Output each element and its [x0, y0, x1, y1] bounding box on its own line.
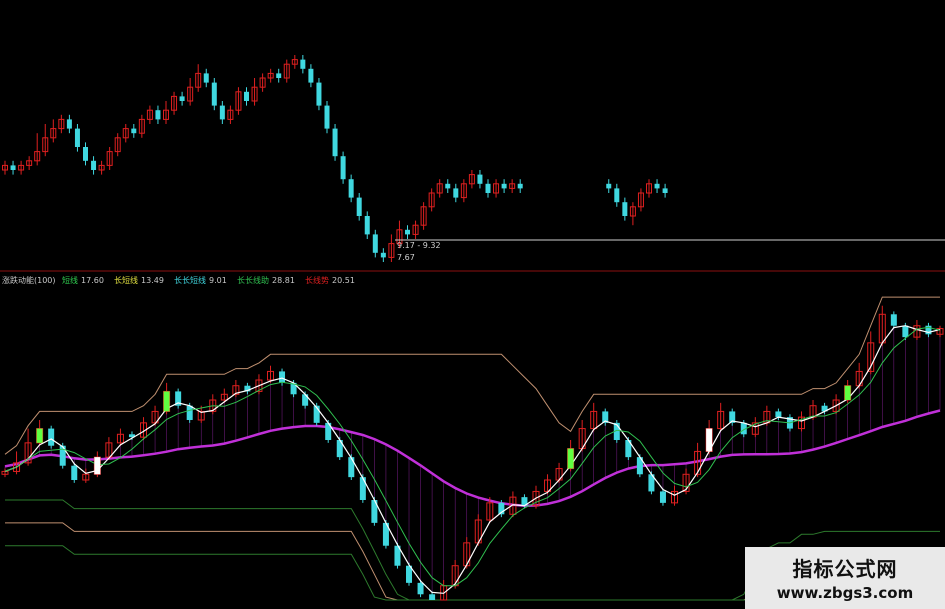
watermark: 指标公式网 www.zbgs3.com [745, 547, 945, 609]
main-candle-down [74, 128, 80, 147]
indicator-candle-down [429, 594, 436, 600]
main-candle-down [300, 59, 306, 69]
main-candle-down [211, 82, 217, 106]
legend-value: 28.81 [272, 276, 295, 285]
main-candle-down [203, 73, 209, 83]
main-candle-down [155, 110, 161, 120]
main-candle-down [244, 91, 249, 101]
main-candle-down [332, 128, 338, 157]
watermark-title: 指标公式网 [792, 557, 898, 581]
chart-background [0, 0, 945, 609]
legend-value: 9.01 [209, 276, 227, 285]
main-candle-down [308, 68, 314, 83]
signal-candle [844, 385, 851, 400]
main-candle-down [477, 174, 483, 184]
indicator-candle-down [279, 371, 286, 383]
indicator-candle-down [48, 428, 55, 446]
main-candle-down [348, 179, 354, 198]
low-price-annotation: 7.67 [397, 253, 415, 262]
indicator-candle-down [71, 465, 78, 480]
main-candle-down [91, 160, 97, 170]
high-low-annotation: 9.17 - 9.32 [397, 241, 441, 250]
legend-value: 20.51 [332, 276, 355, 285]
indicator-candle-down [890, 314, 897, 326]
indicator-candle-down [659, 491, 666, 503]
main-candle-down [606, 183, 612, 189]
indicator-candle-down [359, 477, 366, 500]
watermark-url: www.zbgs3.com [776, 584, 914, 602]
main-candle-down [622, 202, 628, 216]
main-candle-down [662, 188, 668, 193]
main-candle-down [276, 73, 282, 78]
main-candle-down [364, 216, 370, 235]
indicator-name: 涨跌动能(100) [2, 275, 56, 285]
main-candle-down [316, 82, 322, 106]
legend-label: 长短线 [114, 275, 138, 285]
main-candle-down [485, 183, 491, 193]
main-candle-down [10, 165, 16, 170]
legend-label: 短线 [62, 275, 78, 285]
main-candle-down [614, 188, 620, 203]
legend-label: 长长短线 [174, 275, 206, 285]
main-candle-down [405, 229, 410, 235]
main-candle-down [324, 105, 330, 129]
main-candle-down [131, 128, 137, 134]
indicator-candle-down [348, 457, 355, 478]
main-candle-down [66, 119, 72, 129]
main-candle-down [340, 156, 346, 180]
indicator-candle-down [902, 325, 909, 338]
main-candle-down [356, 197, 362, 216]
indicator-candle-down [775, 411, 782, 418]
indicator-candle-down [417, 582, 424, 595]
main-candle-down [501, 183, 507, 189]
main-candle-down [219, 105, 225, 120]
signal-candle [94, 457, 101, 475]
main-candle-down [83, 147, 88, 161]
indicator-candle-down [186, 405, 193, 420]
signal-candle [36, 428, 43, 443]
legend-label: 长长线助 [237, 275, 269, 285]
main-candle-down [517, 183, 523, 189]
signal-candle [567, 448, 574, 469]
main-candle-down [372, 234, 378, 253]
signal-candle [163, 391, 170, 412]
legend-value: 13.49 [141, 276, 164, 285]
signal-candle [706, 428, 713, 452]
stock-chart: 9.17 - 9.32 7.67 涨跌动能(100) 短线 17.60 长短线 13.… [0, 0, 945, 609]
main-candle-down [380, 252, 386, 258]
main-candle-down [179, 96, 185, 101]
main-candle-down [654, 183, 660, 189]
legend-label: 长线势 [305, 275, 329, 285]
main-candle-down [453, 188, 459, 198]
legend-value: 17.60 [81, 276, 104, 285]
main-candle-down [445, 183, 451, 189]
